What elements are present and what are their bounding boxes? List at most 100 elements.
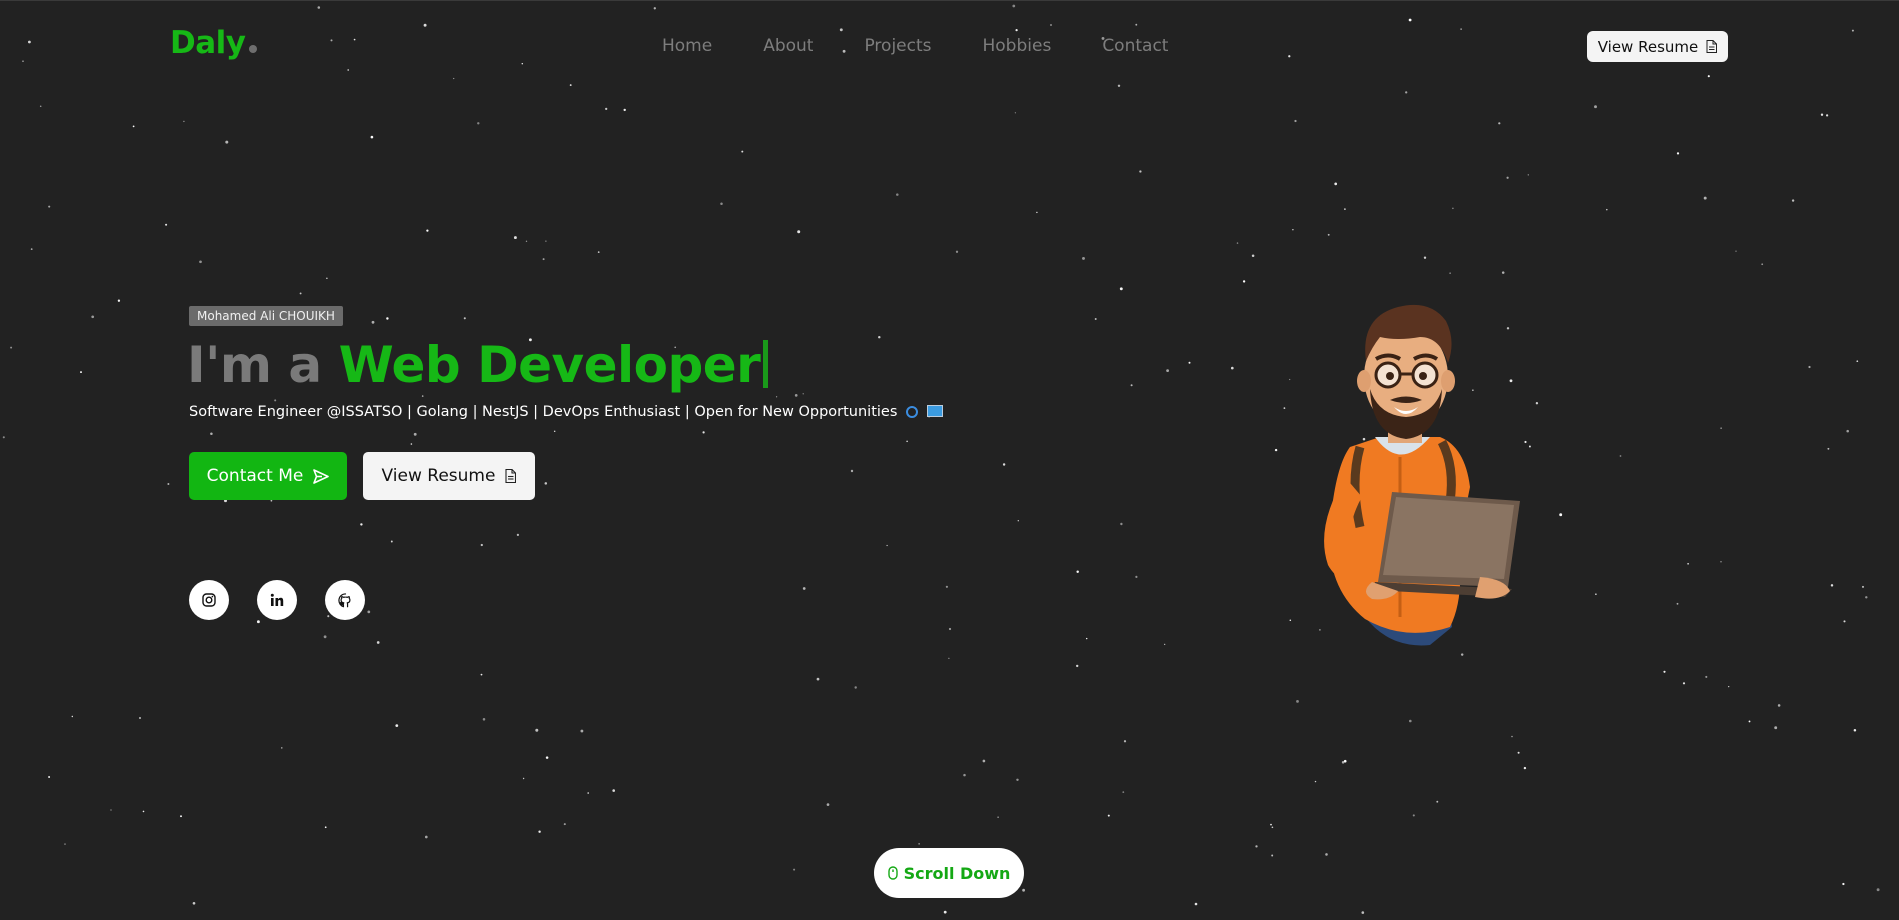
star [525,240,528,242]
star [1761,263,1764,266]
linkedin-link[interactable] [257,580,297,620]
star [183,120,185,123]
star [1777,704,1781,707]
star [1791,199,1795,202]
star [1606,208,1608,211]
star [1720,561,1722,563]
star [423,23,427,27]
nav-item-contact[interactable]: Contact [1102,36,1168,56]
star [180,815,182,818]
star [623,108,626,112]
star [1164,643,1166,646]
subtitle-text: Software Engineer @ISSATSO | Golang | Ne… [189,404,898,420]
star [165,223,168,226]
star [945,585,949,588]
star [1559,513,1563,517]
star [424,835,428,839]
star [330,39,333,42]
star [1271,826,1274,829]
star [918,843,920,845]
mouse-icon [887,866,898,880]
star [948,657,950,659]
star [1292,229,1294,231]
star [480,673,483,676]
star [167,483,170,485]
contact-me-button[interactable]: Contact Me [189,452,347,500]
star [1876,888,1880,892]
star [413,432,417,436]
star [1334,182,1338,186]
star [110,809,112,811]
star [91,315,95,319]
star [1449,272,1451,274]
star [360,523,363,526]
star [816,677,820,681]
github-link[interactable] [325,580,365,620]
star [327,615,330,618]
nav-item-about[interactable]: About [763,36,813,56]
star [1856,360,1859,363]
star [1120,522,1123,526]
star [1270,823,1272,826]
nav-view-resume-button[interactable]: View Resume [1587,31,1728,62]
star [538,830,541,833]
star [1820,113,1824,116]
star [256,620,260,624]
star [1296,700,1299,703]
nav-item-hobbies[interactable]: Hobbies [983,36,1052,56]
star [274,399,277,402]
star [1017,520,1019,522]
star [326,277,328,279]
star [371,320,375,324]
star [886,544,888,547]
linkedin-icon [270,593,284,606]
headline-prefix: I'm a [187,336,322,394]
star [1076,570,1079,574]
nav-item-home[interactable]: Home [662,36,712,56]
star [997,816,999,818]
star [948,627,952,631]
star [1135,23,1138,26]
star [1707,75,1710,78]
star [580,729,584,733]
instagram-link[interactable] [189,580,229,620]
star [410,443,413,445]
star [1076,664,1079,668]
star [1122,791,1125,793]
scroll-down-button[interactable]: Scroll Down [874,848,1024,898]
star [1271,854,1274,857]
star [1808,365,1811,369]
star [10,346,13,349]
star [48,776,51,778]
logo-dot [248,45,257,53]
star [896,193,899,196]
star [80,371,82,374]
developer-avatar-illustration [1324,304,1520,646]
star [1327,233,1330,236]
nav-item-projects[interactable]: Projects [864,36,931,56]
star [317,6,321,9]
star [1343,759,1347,763]
hero-view-resume-button[interactable]: View Resume [363,452,535,500]
star [544,482,548,485]
star [1861,585,1865,588]
star [199,260,202,264]
star [139,717,141,719]
github-icon [337,592,351,607]
star [1619,455,1622,457]
logo[interactable]: Daly [170,25,257,61]
star [376,641,380,644]
star [1676,152,1680,155]
star [1595,593,1597,596]
star [1460,28,1462,30]
star [1166,369,1169,372]
star [775,396,778,398]
star [117,299,121,302]
star [1251,254,1255,257]
star [1594,105,1597,109]
star [1408,18,1412,22]
send-icon [313,468,330,484]
star [1423,256,1427,259]
headline-role: Web Developer [338,336,761,394]
hero-headline: I'm a Web Developer [187,335,769,395]
